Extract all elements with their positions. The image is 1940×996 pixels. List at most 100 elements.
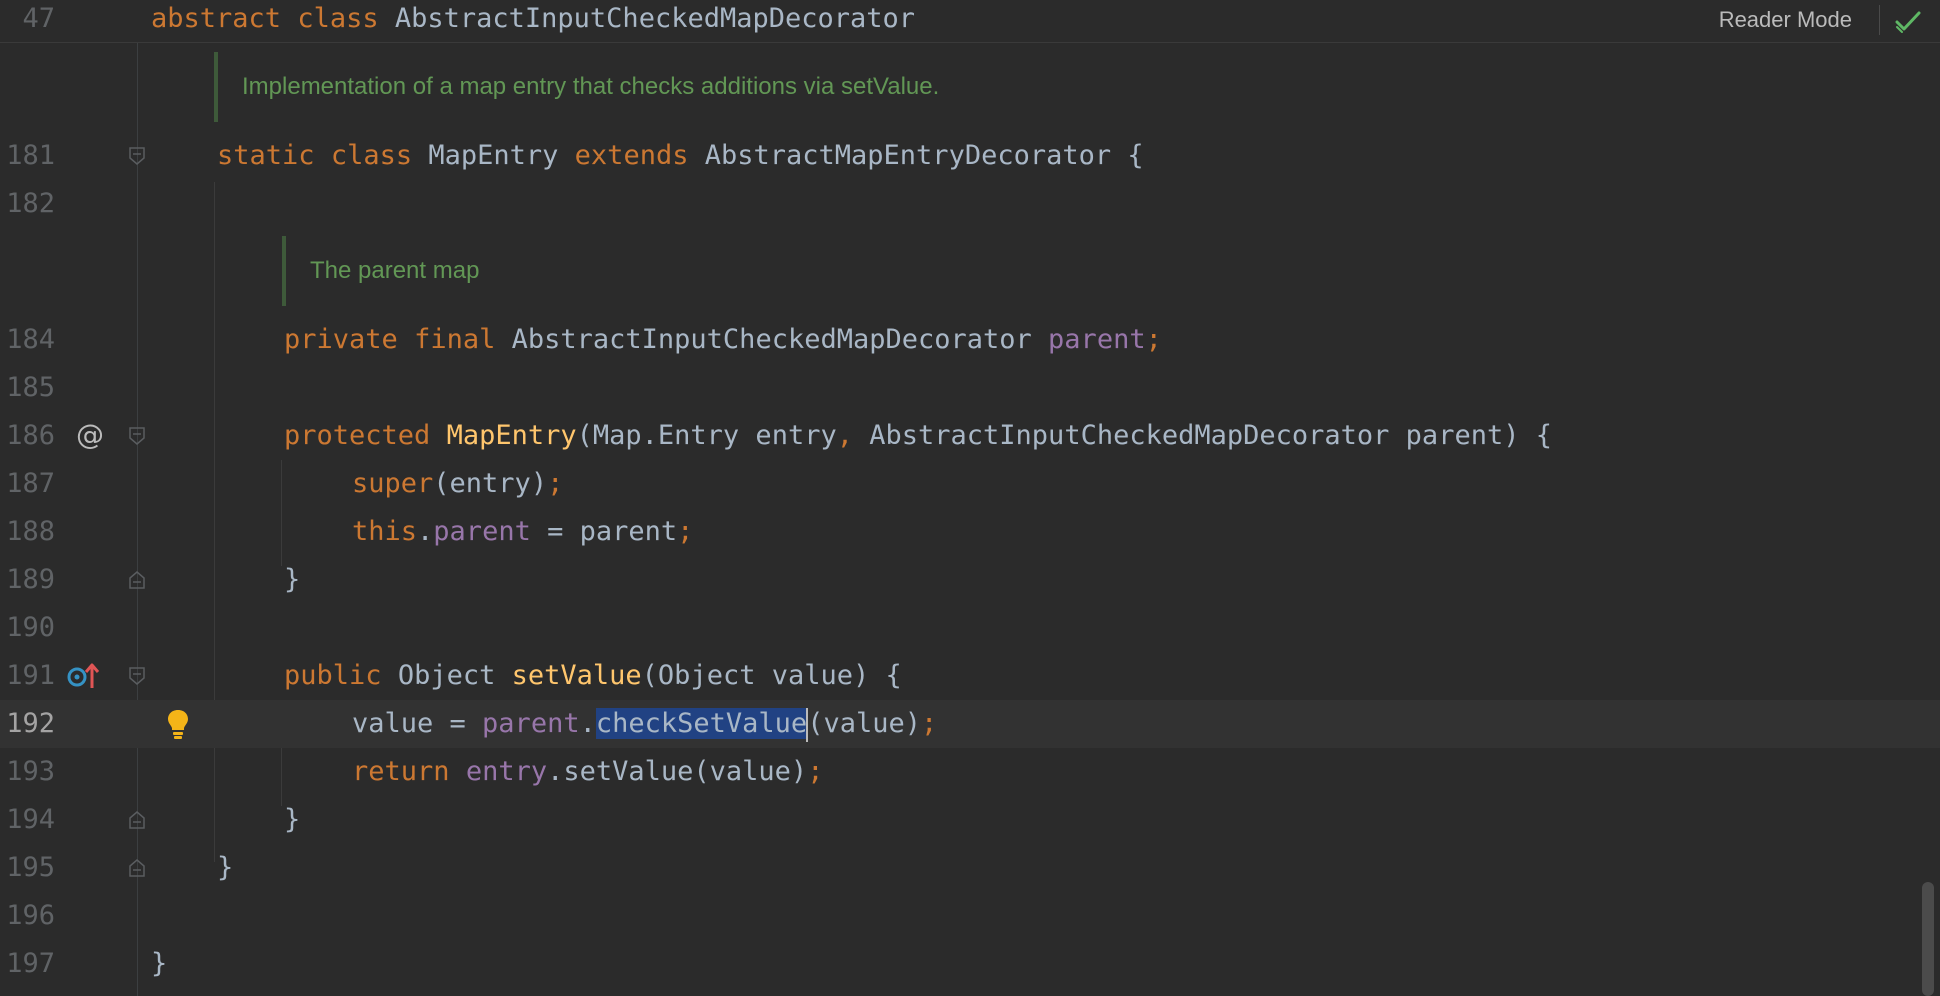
field-name: entry bbox=[465, 756, 548, 787]
fold-marker-icon[interactable] bbox=[129, 667, 145, 685]
code-line[interactable]: 197 } bbox=[0, 940, 1940, 988]
code-line[interactable]: 194 } bbox=[0, 796, 1940, 844]
dot: . bbox=[417, 516, 434, 547]
code-text: } bbox=[217, 844, 233, 892]
semicolon: ; bbox=[807, 756, 824, 787]
assignment: = parent bbox=[530, 516, 678, 547]
line-number: 185 bbox=[6, 372, 55, 403]
code-line[interactable]: 189 } bbox=[0, 556, 1940, 604]
selected-text[interactable]: checkSetValue bbox=[595, 708, 808, 739]
field-name: parent bbox=[482, 708, 580, 739]
line-number: 191 bbox=[6, 660, 55, 691]
brace: { bbox=[1127, 140, 1144, 171]
keyword: super bbox=[352, 468, 434, 499]
code-text: private final AbstractInputCheckedMapDec… bbox=[284, 316, 1162, 364]
call-arguments: (value) bbox=[807, 708, 921, 739]
code-text: } bbox=[284, 796, 300, 844]
dot: . bbox=[579, 708, 596, 739]
keyword: private bbox=[284, 324, 398, 355]
rendered-doc-comment[interactable]: The parent map bbox=[282, 236, 686, 306]
parameter-list: (Object value) { bbox=[641, 660, 902, 691]
doc-comment-text: Implementation of a map entry that check… bbox=[242, 73, 940, 100]
superclass-name: AbstractMapEntryDecorator bbox=[704, 140, 1112, 171]
code-text: this.parent = parent; bbox=[352, 508, 693, 556]
method-call: .setValue(value) bbox=[547, 756, 808, 787]
field-name: parent bbox=[433, 516, 531, 547]
implements-override-icon[interactable] bbox=[66, 662, 100, 690]
fold-end-marker-icon[interactable] bbox=[129, 811, 145, 829]
code-line[interactable]: 195 } bbox=[0, 844, 1940, 892]
semicolon: ; bbox=[920, 708, 938, 739]
line-number: 189 bbox=[6, 564, 55, 595]
code-text: static class MapEntry extends AbstractMa… bbox=[217, 132, 1144, 180]
line-number: 184 bbox=[6, 324, 55, 355]
parameter-list: (Map.Entry entry bbox=[576, 420, 837, 451]
keyword: protected bbox=[284, 420, 431, 451]
fold-end-marker-icon[interactable] bbox=[129, 571, 145, 589]
fold-end-marker-icon[interactable] bbox=[129, 859, 145, 877]
comma: , bbox=[836, 420, 853, 451]
checkmark-icon[interactable] bbox=[1894, 8, 1922, 34]
doc-comment-text: The parent map bbox=[310, 257, 480, 284]
line-number: 47 bbox=[22, 3, 55, 34]
sticky-code-line: abstract class AbstractInputCheckedMapDe… bbox=[151, 0, 915, 42]
code-text: super(entry); bbox=[352, 460, 563, 508]
line-number: 186 bbox=[6, 420, 55, 451]
line-number: 195 bbox=[6, 852, 55, 883]
code-line[interactable]: 184 private final AbstractInputCheckedMa… bbox=[0, 316, 1940, 364]
rendered-doc-comment[interactable]: Implementation of a map entry that check… bbox=[214, 52, 1118, 122]
code-line[interactable]: 181 static class MapEntry extends Abstra… bbox=[0, 132, 1940, 180]
code-line[interactable]: 191 public Object setValue(Object value)… bbox=[0, 652, 1940, 700]
line-number: 181 bbox=[6, 140, 55, 171]
method-name: setValue bbox=[511, 660, 642, 691]
keyword: extends bbox=[574, 140, 689, 171]
line-number: 190 bbox=[6, 612, 55, 643]
keyword: return bbox=[352, 756, 450, 787]
code-text: public Object setValue(Object value) { bbox=[284, 652, 902, 700]
brace: } bbox=[217, 852, 234, 883]
code-line[interactable]: 185 bbox=[0, 364, 1940, 412]
field-name: parent bbox=[1048, 324, 1146, 355]
code-text: return entry.setValue(value); bbox=[352, 748, 823, 796]
at-sign-icon[interactable]: @ bbox=[76, 418, 104, 452]
code-line-current[interactable]: 192 value = parent.checkSetValue(value); bbox=[0, 700, 1940, 748]
keyword: abstract bbox=[151, 3, 282, 34]
code-text: } bbox=[284, 556, 300, 604]
class-name: MapEntry bbox=[428, 140, 559, 171]
code-editor[interactable]: 47 abstract class AbstractInputCheckedMa… bbox=[0, 0, 1940, 996]
assignment: value = bbox=[352, 708, 483, 739]
vertical-scrollbar[interactable] bbox=[1922, 882, 1934, 996]
reader-mode-button[interactable]: Reader Mode bbox=[1719, 0, 1852, 42]
line-number: 187 bbox=[6, 468, 55, 499]
keyword: class bbox=[297, 3, 379, 34]
code-line[interactable]: 190 bbox=[0, 604, 1940, 652]
line-number: 192 bbox=[6, 708, 55, 739]
keyword: static bbox=[217, 140, 315, 171]
code-text: protected MapEntry(Map.Entry entry, Abst… bbox=[284, 412, 1552, 460]
sticky-class-header[interactable]: 47 abstract class AbstractInputCheckedMa… bbox=[0, 0, 1940, 43]
line-number: 194 bbox=[6, 804, 55, 835]
code-text: } bbox=[151, 940, 167, 988]
code-line[interactable]: 188 this.parent = parent; bbox=[0, 508, 1940, 556]
constructor-name: MapEntry bbox=[446, 420, 577, 451]
call-arguments: (entry) bbox=[433, 468, 548, 499]
lightbulb-icon[interactable] bbox=[166, 708, 190, 740]
line-number: 196 bbox=[6, 900, 55, 931]
keyword: this bbox=[352, 516, 418, 547]
line-number: 197 bbox=[6, 948, 55, 979]
brace: } bbox=[284, 804, 301, 835]
brace: } bbox=[151, 948, 168, 979]
code-line[interactable]: 186 protected MapEntry(Map.Entry entry, … bbox=[0, 412, 1940, 460]
line-number: 182 bbox=[6, 188, 55, 219]
semicolon: ; bbox=[1145, 324, 1162, 355]
type-name: Object bbox=[397, 660, 496, 691]
code-text: value = parent.checkSetValue(value); bbox=[352, 700, 937, 748]
fold-marker-icon[interactable] bbox=[129, 427, 145, 445]
code-line[interactable]: 187 super(entry); bbox=[0, 460, 1940, 508]
brace: } bbox=[284, 564, 301, 595]
code-line[interactable]: 182 bbox=[0, 180, 1940, 228]
type-name: AbstractInputCheckedMapDecorator bbox=[511, 324, 1032, 355]
code-line[interactable]: 196 bbox=[0, 892, 1940, 940]
code-line[interactable]: 193 return entry.setValue(value); bbox=[0, 748, 1940, 796]
fold-marker-icon[interactable] bbox=[129, 147, 145, 165]
